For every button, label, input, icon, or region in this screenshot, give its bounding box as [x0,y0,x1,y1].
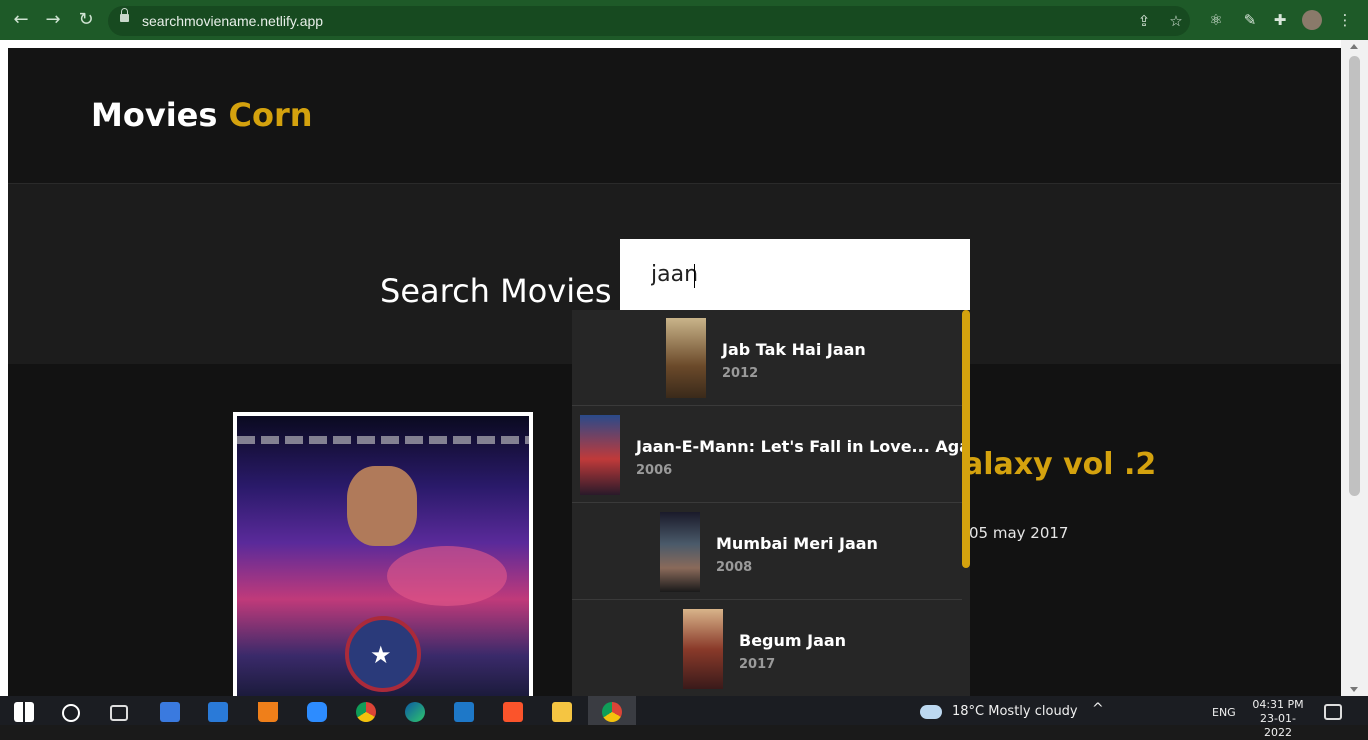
suggestion-item[interactable]: Begum Jaan 2017 [572,601,962,696]
site-logo[interactable]: Movies Corn [91,96,313,134]
page-left-border [0,48,8,696]
suggestion-title: Jaan-E-Mann: Let's Fall in Love... Again [636,437,970,456]
page-scrollbar[interactable] [1341,40,1368,696]
weather-cloud-icon[interactable] [920,705,942,719]
suggestion-poster [666,318,706,398]
poster-frame: ★ [233,412,533,696]
folder-icon[interactable] [552,702,572,722]
weather-text[interactable]: 18°C Mostly cloudy [952,704,1078,719]
suggestion-year: 2006 [636,463,673,478]
suggestion-poster [660,512,700,592]
task-view-icon[interactable] [110,705,128,721]
suggestion-year: 2008 [716,560,753,575]
scrollbar-thumb[interactable] [1349,56,1360,496]
share-icon[interactable]: ⇪ [1134,11,1154,31]
address-bar[interactable]: searchmoviename.netlify.app ⇪ ☆ [108,6,1190,36]
poster-figure [347,466,417,546]
suggestion-poster [683,609,723,689]
suggestion-year: 2017 [739,657,776,672]
puzzle-extensions-icon[interactable]: ✚ [1270,10,1290,30]
chrome-icon[interactable] [356,702,376,722]
search-circle-icon[interactable] [62,704,80,722]
search-input[interactable] [620,239,970,310]
release-date: 05 may 2017 [969,524,1069,542]
back-arrow-icon[interactable]: ← [10,9,32,31]
movie-poster[interactable]: ★ [237,416,529,696]
search-label: Search Movies [380,272,612,310]
zoom-icon[interactable] [307,702,327,722]
menu-dots-icon[interactable]: ⋮ [1335,10,1355,30]
suggestion-title: Jab Tak Hai Jaan [722,340,866,359]
poster-credits [237,436,529,444]
mail-icon[interactable] [208,702,228,722]
suggestion-item[interactable]: Jaan-E-Mann: Let's Fall in Love... Again… [572,407,970,503]
store-icon[interactable] [160,702,180,722]
brand-word-movies: Movies [91,96,218,134]
suggestion-item[interactable]: Mumbai Meri Jaan 2008 [572,504,962,600]
suggestions-scrollbar[interactable] [962,310,970,568]
vscode-icon[interactable] [454,702,474,722]
scroll-up-icon[interactable] [1350,44,1358,49]
suggestion-title: Mumbai Meri Jaan [716,534,878,553]
lock-icon [120,8,129,22]
clock-date: 23-01-2022 [1260,712,1296,739]
system-clock[interactable]: 04:31 PM 23-01-2022 [1248,698,1308,740]
windows-start-icon[interactable] [14,702,34,722]
suggestion-item[interactable]: Jab Tak Hai Jaan 2012 [572,310,962,406]
forward-arrow-icon[interactable]: → [42,9,64,31]
clock-time: 04:31 PM [1252,698,1304,711]
suggestion-year: 2012 [722,366,759,381]
windows-taskbar: 18°C Mostly cloudy ^ ENG 04:31 PM 23-01-… [0,696,1368,739]
suggestion-title: Begum Jaan [739,631,847,650]
chevron-up-icon[interactable]: ^ [1092,701,1104,717]
pen-extension-icon[interactable]: ✎ [1240,10,1260,30]
poster-glow [387,546,507,606]
reload-icon[interactable]: ↻ [75,9,97,31]
chrome-active-icon[interactable] [602,702,622,722]
notifications-icon[interactable] [1324,704,1342,720]
site-header: Movies Corn [8,48,1341,184]
brave-icon[interactable] [503,702,523,722]
suggestion-poster [580,415,620,495]
star-icon[interactable]: ☆ [1166,11,1186,31]
language-indicator[interactable]: ENG [1212,706,1236,719]
browser-toolbar: ← → ↻ searchmoviename.netlify.app ⇪ ☆ ⚛ … [0,0,1368,40]
scroll-down-icon[interactable] [1350,687,1358,692]
url-text: searchmoviename.netlify.app [142,13,324,29]
edge-icon[interactable] [405,702,425,722]
avatar[interactable] [1302,10,1322,30]
react-extension-icon[interactable]: ⚛ [1206,10,1226,30]
search-suggestions: Jab Tak Hai Jaan 2012 Jaan-E-Mann: Let's… [572,310,970,696]
movie-title: alaxy vol .2 [963,447,1157,482]
page-top-border [0,40,1368,48]
text-caret [694,264,695,288]
vlc-icon[interactable] [258,702,278,722]
star-icon: ★ [370,641,392,669]
brand-word-corn: Corn [228,96,313,134]
